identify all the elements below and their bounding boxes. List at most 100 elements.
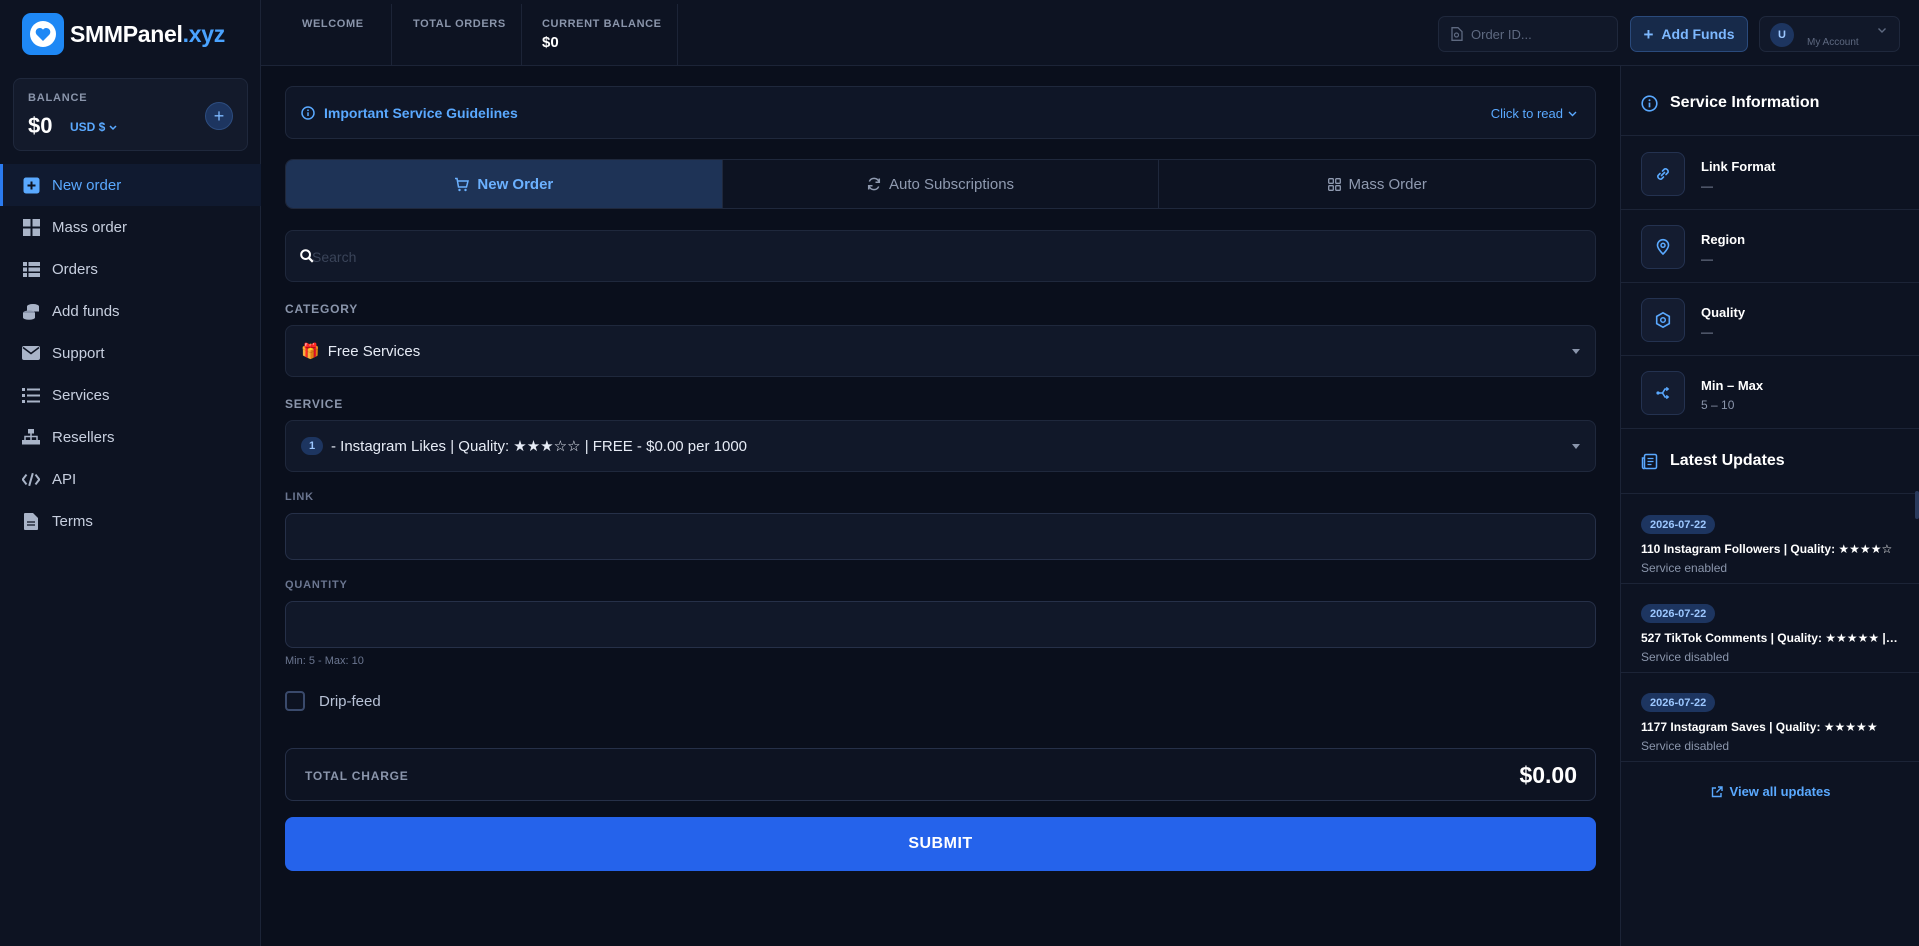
panel-scrollbar[interactable] (1915, 491, 1919, 519)
update-title: 1177 Instagram Saves | Quality: ★★★★★ (1641, 720, 1878, 734)
brand-logo[interactable]: SMMPanel.xyz (22, 13, 225, 55)
sidebar-item-label: Terms (52, 512, 93, 530)
update-date-badge: 2026-07-22 (1641, 604, 1716, 623)
sidebar-item-label: New order (52, 176, 122, 194)
update-item[interactable]: 2026-07-22 527 TikTok Comments | Quality… (1621, 584, 1919, 673)
view-all-updates-link[interactable]: View all updates (1621, 784, 1919, 799)
dripfeed-label: Drip-feed (319, 692, 381, 710)
info-row-quality: Quality — (1621, 283, 1919, 356)
info-value: 5 – 10 (1701, 398, 1735, 412)
right-panel: Service Information Link Format — Region… (1620, 66, 1919, 946)
link-label: LINK (285, 491, 314, 503)
category-select[interactable]: 🎁 Free Services (285, 325, 1596, 377)
add-funds-button[interactable]: + Add Funds (1630, 16, 1748, 52)
chevron-down-icon (109, 125, 117, 131)
quantity-input[interactable] (286, 602, 1595, 647)
info-title: Region (1701, 232, 1746, 247)
sidebar-item-mass-order[interactable]: Mass order (0, 206, 261, 248)
account-label: My Account (1807, 37, 1859, 48)
service-id-badge: 1 (301, 437, 323, 455)
service-value: - Instagram Likes | Quality: ★★★☆☆ | FRE… (331, 438, 748, 455)
total-charge-label: TOTAL CHARGE (305, 769, 409, 783)
info-row-region: Region — (1621, 210, 1919, 283)
sidebar-item-services[interactable]: Services (0, 374, 261, 416)
click-to-read-link[interactable]: Click to read (1491, 106, 1577, 121)
guidelines-banner[interactable]: Important Service Guidelines Click to re… (285, 86, 1596, 139)
order-id-input[interactable] (1471, 26, 1601, 42)
stat-welcome: WELCOME (261, 4, 392, 66)
order-id-search[interactable] (1438, 16, 1618, 52)
add-funds-label: Add Funds (1661, 26, 1735, 42)
update-date-badge: 2026-07-22 (1641, 693, 1716, 712)
topbar: WELCOME TOTAL ORDERS CURRENT BALANCE $0 … (261, 0, 1919, 66)
update-item[interactable]: 2026-07-22 1177 Instagram Saves | Qualit… (1621, 673, 1919, 762)
submit-button[interactable]: SUBMIT (285, 817, 1596, 871)
sidebar-item-label: Add funds (52, 302, 120, 320)
account-menu[interactable]: U My Account (1759, 16, 1900, 52)
caret-down-icon (1572, 349, 1580, 354)
sidebar-item-add-funds[interactable]: Add funds (0, 290, 261, 332)
sidebar-item-resellers[interactable]: Resellers (0, 416, 261, 458)
update-status: Service disabled (1641, 650, 1730, 664)
info-title: Link Format (1701, 159, 1776, 174)
heart-icon (22, 13, 64, 55)
info-icon (1641, 94, 1658, 112)
tab-auto-subscriptions[interactable]: Auto Subscriptions (723, 160, 1160, 208)
dripfeed-toggle[interactable]: Drip-feed (285, 691, 381, 711)
info-title: Quality (1701, 305, 1746, 320)
link-icon (1641, 152, 1685, 196)
category-value: Free Services (327, 342, 421, 360)
document-search-icon (1451, 27, 1463, 41)
update-item[interactable]: 2026-07-22 110 Instagram Followers | Qua… (1621, 495, 1919, 584)
info-value: — (1701, 325, 1713, 339)
update-status: Service enabled (1641, 561, 1728, 575)
add-balance-button[interactable]: + (205, 102, 233, 130)
table-icon (22, 260, 40, 278)
tab-new-order[interactable]: New Order (286, 160, 723, 208)
sidebar: SMMPanel.xyz BALANCE $0 USD $ + New orde… (0, 0, 261, 946)
sidebar-item-new-order[interactable]: New order (0, 164, 261, 206)
currency-selector[interactable]: USD $ (70, 120, 117, 134)
guidelines-title: Important Service Guidelines (301, 105, 518, 121)
plus-square-icon (22, 176, 40, 194)
search-input[interactable] (312, 245, 1562, 269)
category-label: CATEGORY (285, 302, 359, 316)
tab-mass-order[interactable]: Mass Order (1159, 160, 1595, 208)
envelope-icon (22, 344, 40, 362)
sidebar-item-orders[interactable]: Orders (0, 248, 261, 290)
service-info-title: Service Information (1670, 94, 1820, 111)
sidebar-item-label: Orders (52, 260, 98, 278)
balance-card: BALANCE $0 USD $ + (13, 78, 248, 151)
sidebar-item-label: Mass order (52, 218, 128, 236)
total-charge-value: $0.00 (1519, 762, 1577, 788)
grid-icon (1327, 177, 1341, 191)
dripfeed-checkbox[interactable] (285, 691, 305, 711)
service-select[interactable]: 1 - Instagram Likes | Quality: ★★★☆☆ | F… (285, 420, 1596, 472)
hexagon-icon (1641, 298, 1685, 342)
share-nodes-icon (1641, 371, 1685, 415)
newspaper-icon (1641, 453, 1658, 469)
quantity-label: QUANTITY (285, 579, 348, 591)
latest-updates-title: Latest Updates (1670, 452, 1785, 469)
link-input[interactable] (286, 514, 1595, 559)
sidebar-nav: New order Mass order Orders Add funds Su… (0, 164, 261, 542)
sidebar-item-support[interactable]: Support (0, 332, 261, 374)
sidebar-item-api[interactable]: API (0, 458, 261, 500)
quantity-field[interactable] (285, 601, 1596, 648)
link-field[interactable] (285, 513, 1596, 560)
sidebar-item-label: Support (52, 344, 105, 362)
chevron-down-icon (1878, 28, 1886, 33)
total-charge-box: TOTAL CHARGE $0.00 (285, 748, 1596, 801)
code-icon (22, 470, 40, 488)
coins-icon (22, 302, 40, 320)
grid-icon (22, 218, 40, 236)
service-info-header: Service Information (1621, 71, 1919, 136)
info-row-min-max: Min – Max 5 – 10 (1621, 356, 1919, 429)
sidebar-item-label: Services (52, 386, 110, 404)
balance-value: $0 (28, 113, 53, 138)
list-icon (22, 386, 40, 404)
sidebar-item-terms[interactable]: Terms (0, 500, 261, 542)
main-content: Important Service Guidelines Click to re… (261, 66, 1620, 946)
info-value: — (1701, 252, 1713, 266)
service-search[interactable] (285, 230, 1596, 282)
